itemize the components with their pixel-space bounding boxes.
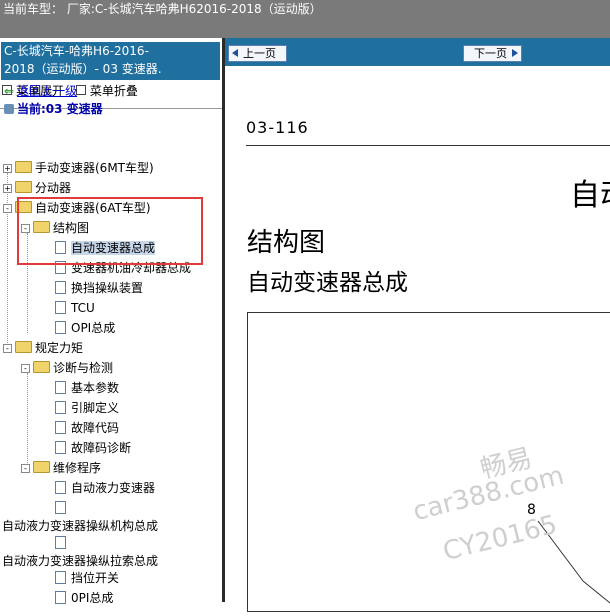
tree-item-label[interactable]: 自动液力变速器 [71,481,155,495]
document-icon [55,501,66,514]
document-icon [55,571,66,584]
tree-item-torque-spec[interactable]: - 规定力矩 [3,338,83,358]
prev-page-button[interactable]: 上一页 [228,45,287,62]
tree-item-label[interactable]: TCU [71,301,95,315]
document-icon [55,401,66,414]
collapse-toggle-icon[interactable]: - [21,464,30,473]
tree-item-basic-params[interactable]: 基本参数 [55,378,119,398]
section-title: 结构图 [247,228,326,258]
highlight-box [17,197,203,265]
tree-item-label[interactable]: 基本参数 [71,381,119,395]
tree-item-label[interactable]: 引脚定义 [71,401,119,415]
tree-item-label[interactable]: 自动液力变速器操纵机构总成 [2,519,158,533]
document-icon [55,381,66,394]
collapse-toggle-icon[interactable]: - [3,344,12,353]
expand-toggle-icon[interactable]: + [3,164,12,173]
pane-divider[interactable] [222,38,225,602]
tree-item-doc[interactable] [55,498,71,518]
document-icon [55,281,66,294]
next-page-button[interactable]: 下一页 [463,45,522,62]
prev-page-label[interactable]: 上一页 [243,47,276,60]
tree-item-opi-assembly[interactable]: 0PI总成 [55,588,113,608]
tree-item-manual-transmission[interactable]: + 手动变速器(6MT车型) [3,158,154,178]
chapter-title: 自动 [570,178,610,213]
folder-open-icon [33,361,50,373]
app-header: 当前车型： 厂家:C-长城汽车哈弗H62016-2018（运动版） [0,0,610,38]
current-location: 当前:03 变速器 [4,100,103,117]
document-icon [55,301,66,314]
document-icon [55,321,66,334]
sidebar-title-line2: 2018（运动版）- 03 变速器. [4,62,162,76]
tree-item-pin-definition[interactable]: 引脚定义 [55,398,119,418]
collapse-toggle-icon[interactable]: - [3,204,12,213]
document-icon [55,421,66,434]
tree-item-doc[interactable] [55,533,71,553]
back-link[interactable]: ⇐ 返回上一级 [4,82,77,99]
page-number: 03-116 [246,118,309,137]
tree-item-label[interactable]: 换挡操纵装置 [71,281,143,295]
expand-toggle-icon[interactable]: + [3,184,12,193]
subsection-title: 自动变速器总成 [247,270,408,296]
tree-item-label[interactable]: 手动变速器(6MT车型) [35,161,154,175]
folder-icon [15,161,32,173]
next-arrow-icon [512,49,518,57]
tree-item-shift-control[interactable]: 换挡操纵装置 [55,278,143,298]
folder-open-icon [15,341,32,353]
tree-item-diagnosis[interactable]: - 诊断与检测 [21,358,113,378]
tree-item-label[interactable]: 故障代码 [71,421,119,435]
tree-item-label[interactable]: 自动液力变速器操纵拉索总成 [2,554,158,568]
folder-icon [15,181,32,193]
document-icon [55,536,66,549]
header-rule [246,145,610,146]
back-arrow-icon: ⇐ [4,84,15,98]
tree-item-label[interactable]: 维修程序 [53,461,101,475]
tree-item-label[interactable]: 故障码诊断 [71,441,131,455]
tree-item-label[interactable]: 分动器 [35,181,71,195]
sidebar-title: C-长城汽车-哈弗H6-2016- 2018（运动版）- 03 变速器. [1,42,220,80]
tree-item-shift-mechanism[interactable]: 自动液力变速器操纵机构总成 [2,516,158,536]
back-link-label[interactable]: 返回上一级 [17,84,77,98]
tree-item-hydraulic-transmission[interactable]: 自动液力变速器 [55,478,155,498]
disk-icon [4,104,14,114]
document-icon [55,591,66,604]
tree-item-label[interactable]: 0PI总成 [71,591,113,605]
collapse-menu-button[interactable]: 菜单折叠 [90,84,138,98]
tree-item-repair-procedures[interactable]: - 维修程序 [21,458,101,478]
current-location-label: 当前:03 变速器 [17,102,103,116]
diagram-leader-line [582,580,610,604]
tree-item-label[interactable]: 挡位开关 [71,571,119,585]
tree-item-tcu[interactable]: TCU [55,298,95,318]
folder-open-icon [33,461,50,473]
tree-item-fault-diagnosis[interactable]: 故障码诊断 [55,438,131,458]
tree-item-transfer-case[interactable]: + 分动器 [3,178,71,198]
tree-item-opi[interactable]: OPI总成 [55,318,115,338]
tree-item-label[interactable]: OPI总成 [71,321,115,335]
tree-item-label[interactable]: 诊断与检测 [53,361,113,375]
tree-item-fault-codes[interactable]: 故障代码 [55,418,119,438]
document-icon [55,481,66,494]
prev-arrow-icon [232,49,238,57]
collapse-icon[interactable] [75,85,86,95]
tree-item-label[interactable]: 规定力矩 [35,341,83,355]
collapse-toggle-icon[interactable]: - [21,364,30,373]
tree-item-gear-switch[interactable]: 挡位开关 [55,568,119,588]
sidebar-title-line1: C-长城汽车-哈弗H6-2016- [4,44,149,58]
header-text: 当前车型： 厂家:C-长城汽车哈弗H62016-2018（运动版） [3,2,322,16]
next-page-label[interactable]: 下一页 [474,47,507,60]
document-icon [55,441,66,454]
